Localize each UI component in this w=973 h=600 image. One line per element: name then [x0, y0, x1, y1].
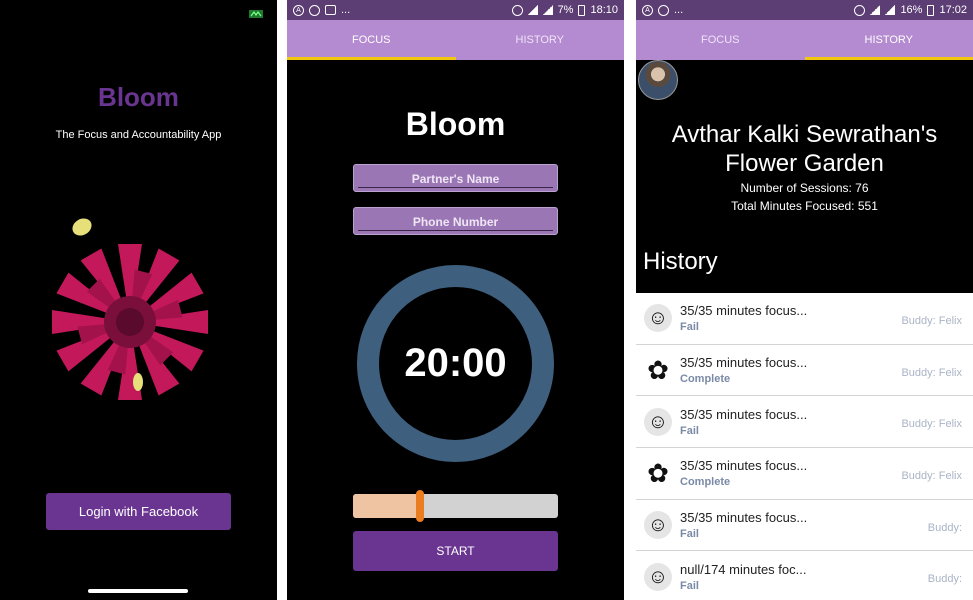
login-facebook-button[interactable]: Login with Facebook: [46, 493, 231, 530]
app-tagline: The Focus and Accountability App: [55, 129, 222, 141]
row-title: 35/35 minutes focus...: [680, 303, 808, 319]
battery-icon: [578, 4, 586, 16]
tab-history[interactable]: HISTORY: [456, 20, 625, 60]
partner-name-input[interactable]: Partner's Name: [353, 164, 558, 192]
app-title: Bloom: [98, 82, 179, 112]
signal-icon: [885, 5, 896, 15]
history-row[interactable]: ☺ null/174 minutes foc... Fail Buddy:: [636, 551, 973, 600]
row-buddy: Buddy:: [927, 521, 962, 534]
history-screen: A ... 16% 17:02 FOCUS HISTORY Avthar Kal…: [636, 0, 973, 600]
dahlia-flower-image: [52, 218, 208, 400]
history-row[interactable]: ✿ 35/35 minutes focus... Complete Buddy: Fe…: [636, 345, 973, 397]
row-title: 35/35 minutes focus...: [680, 355, 808, 371]
row-status: Fail: [680, 424, 699, 437]
image-notification-icon: [325, 5, 336, 15]
status-indicator-icon: [249, 10, 263, 18]
history-row[interactable]: ☺ 35/35 minutes focus... Fail Buddy: Felix: [636, 396, 973, 449]
person-icon: ☺: [644, 304, 672, 333]
minutes-focused: Total Minutes Focused: 551: [731, 199, 878, 213]
row-status: Fail: [680, 528, 699, 541]
more-notifications-indicator: ...: [674, 4, 684, 16]
flower-icon: ✿: [647, 458, 669, 489]
login-screen: Bloom The Focus and Accountability App L…: [0, 0, 277, 600]
row-status: Complete: [680, 373, 731, 386]
person-icon: ☺: [644, 407, 672, 436]
garden-title: Avthar Kalki Sewrathan's Flower Garden: [671, 121, 938, 177]
signal-icon: [542, 5, 553, 15]
app-notification-icon: A: [642, 4, 653, 16]
wifi-icon: [527, 5, 538, 15]
history-heading: History: [643, 248, 718, 275]
status-time: 18:10: [590, 4, 618, 16]
sessions-count: Number of Sessions: 76: [740, 181, 869, 195]
history-row[interactable]: ☺ 35/35 minutes focus... Fail Buddy: Felix: [636, 293, 973, 345]
tab-bar: FOCUS HISTORY: [636, 20, 973, 60]
profile-avatar[interactable]: [638, 60, 678, 100]
timer-ring: 20:00: [357, 265, 554, 462]
home-indicator: [88, 589, 188, 593]
person-icon: ☺: [644, 562, 672, 591]
row-title: 35/35 minutes focus...: [680, 406, 808, 422]
slider-fill: [353, 494, 419, 518]
row-title: null/174 minutes foc...: [680, 561, 807, 577]
start-button[interactable]: START: [353, 531, 558, 571]
tab-focus[interactable]: FOCUS: [636, 20, 805, 60]
battery-percent: 16%: [900, 4, 923, 16]
history-row[interactable]: ✿ 35/35 minutes focus... Complete Buddy: Fe…: [636, 448, 973, 500]
page-title: Bloom: [405, 106, 506, 142]
history-list: ☺ 35/35 minutes focus... Fail Buddy: Felix ✿…: [636, 293, 973, 600]
tab-history[interactable]: HISTORY: [804, 20, 973, 60]
battery-icon: [927, 4, 935, 16]
phone-number-input[interactable]: Phone Number: [353, 207, 558, 235]
more-notifications-indicator: ...: [341, 4, 351, 16]
timer-display: 20:00: [404, 341, 507, 385]
row-buddy: Buddy: Felix: [901, 470, 962, 483]
tab-focus[interactable]: FOCUS: [287, 20, 456, 60]
status-time: 17:02: [939, 4, 967, 16]
row-buddy: Buddy: Felix: [901, 418, 962, 431]
duration-slider[interactable]: [353, 494, 558, 518]
slider-thumb[interactable]: [416, 490, 424, 522]
snapchat-icon: [309, 4, 320, 16]
flower-icon: ✿: [647, 355, 669, 386]
mute-icon: [511, 4, 523, 16]
status-bar: A ... 7% 18:10: [287, 0, 624, 20]
status-bar: A ... 16% 17:02: [636, 0, 973, 20]
battery-percent: 7%: [557, 4, 574, 16]
snapchat-icon: [658, 4, 669, 16]
row-status: Fail: [680, 321, 699, 334]
row-buddy: Buddy: Felix: [901, 366, 962, 379]
history-row[interactable]: ☺ 35/35 minutes focus... Fail Buddy:: [636, 500, 973, 552]
wifi-icon: [870, 5, 881, 15]
row-status: Complete: [680, 476, 731, 489]
row-buddy: Buddy:: [927, 573, 962, 586]
person-icon: ☺: [644, 511, 672, 540]
tab-bar: FOCUS HISTORY: [287, 20, 624, 60]
focus-screen: A ... 7% 18:10 FOCUS HISTORY Bloom Partn…: [287, 0, 624, 600]
row-title: 35/35 minutes focus...: [680, 510, 808, 526]
row-status: Fail: [680, 579, 699, 592]
mute-icon: [854, 4, 866, 16]
app-notification-icon: A: [293, 4, 304, 16]
row-title: 35/35 minutes focus...: [680, 458, 808, 474]
row-buddy: Buddy: Felix: [901, 315, 962, 327]
